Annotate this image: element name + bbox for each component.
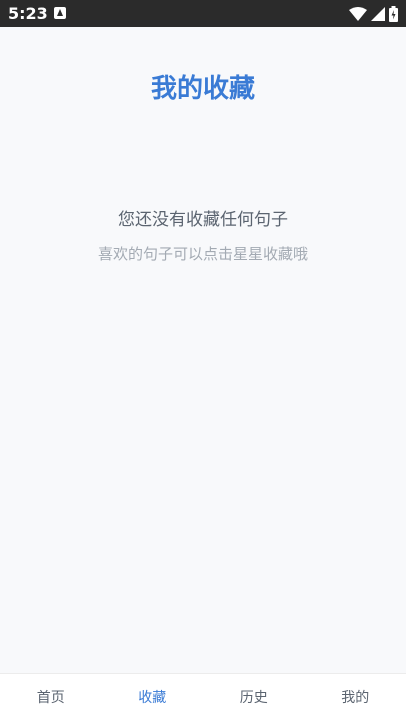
tab-favorites[interactable]: 收藏 — [102, 674, 204, 723]
tab-home[interactable]: 首页 — [0, 674, 102, 723]
tab-history[interactable]: 历史 — [203, 674, 305, 723]
status-icons — [349, 5, 398, 22]
signal-icon — [371, 6, 385, 21]
tab-profile[interactable]: 我的 — [305, 674, 406, 723]
content-area — [0, 27, 406, 673]
app-notification-icon — [54, 7, 66, 19]
wifi-icon — [349, 6, 367, 21]
empty-state-hint: 喜欢的句子可以点击星星收藏哦 — [97, 245, 308, 263]
page-title: 我的收藏 — [150, 74, 255, 104]
status-bar: 5:23 — [0, 0, 406, 27]
status-time: 5:23 — [8, 4, 48, 23]
empty-state-title: 您还没有收藏任何句子 — [118, 210, 288, 230]
bottom-tab-bar: 首页 收藏 历史 我的 — [0, 673, 406, 723]
battery-icon — [389, 5, 398, 22]
